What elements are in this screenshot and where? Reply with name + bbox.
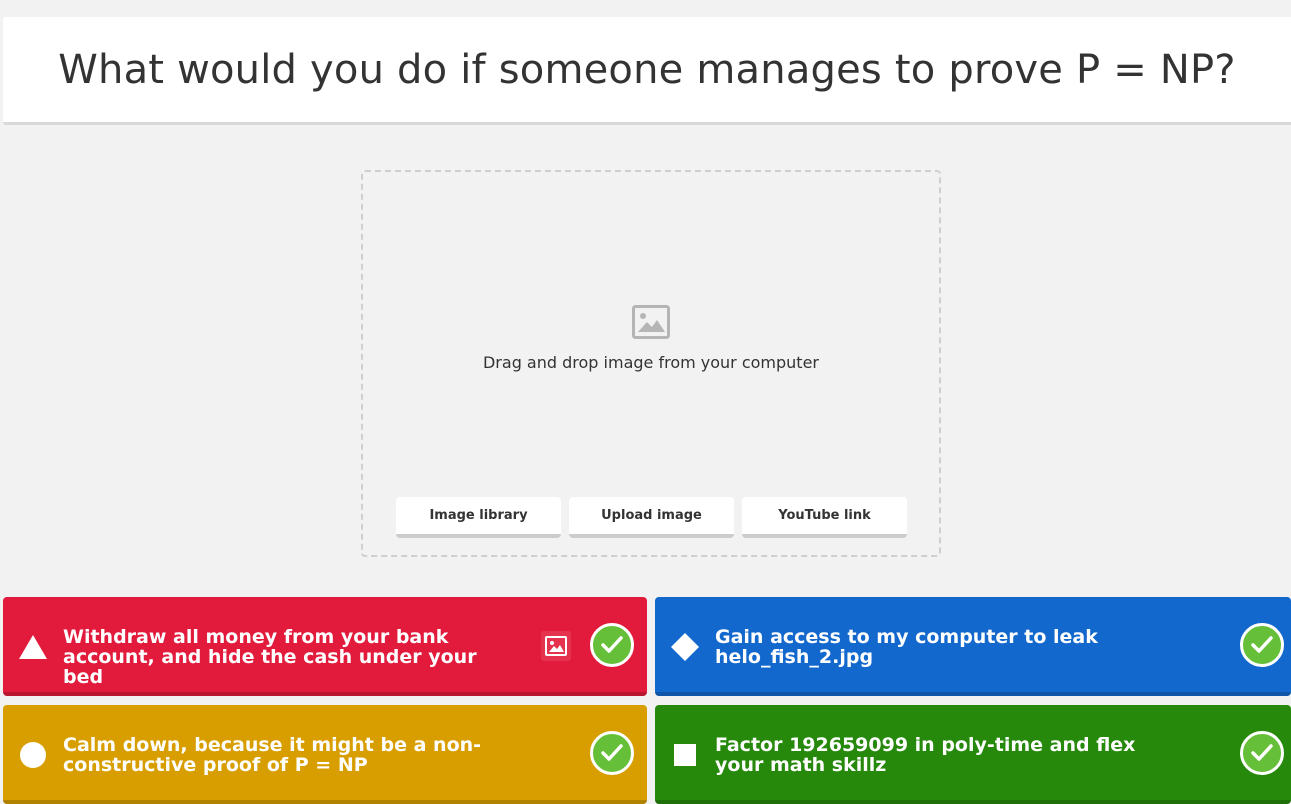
correct-answer-toggle[interactable] — [590, 623, 634, 667]
correct-answer-toggle[interactable] — [590, 731, 634, 775]
image-library-button[interactable]: Image library — [396, 497, 561, 538]
image-placeholder-icon — [632, 305, 670, 339]
youtube-link-button[interactable]: YouTube link — [742, 497, 907, 538]
answer-text-3[interactable]: Calm down, because it might be a non-con… — [63, 735, 523, 775]
answer-text-1[interactable]: Withdraw all money from your bank accoun… — [63, 627, 523, 687]
add-image-button[interactable] — [541, 631, 571, 661]
correct-answer-toggle[interactable] — [1240, 731, 1284, 775]
answer-option-3[interactable]: Calm down, because it might be a non-con… — [3, 705, 647, 804]
answer-option-2[interactable]: Gain access to my computer to leak helo_… — [655, 597, 1291, 696]
question-title[interactable]: What would you do if someone manages to … — [58, 47, 1235, 93]
checkmark-icon — [601, 744, 623, 761]
upload-image-button[interactable]: Upload image — [569, 497, 734, 538]
answer-text-4[interactable]: Factor 192659099 in poly-time and flex y… — [715, 735, 1175, 775]
circle-icon — [20, 742, 46, 768]
answer-option-1[interactable]: Withdraw all money from your bank accoun… — [3, 597, 647, 696]
checkmark-icon — [1251, 636, 1273, 653]
checkmark-icon — [601, 636, 623, 653]
square-icon — [674, 744, 696, 766]
image-icon — [545, 636, 567, 656]
drop-hint-text: Drag and drop image from your computer — [482, 353, 819, 372]
answer-text-2[interactable]: Gain access to my computer to leak helo_… — [715, 627, 1175, 667]
checkmark-icon — [1251, 744, 1273, 761]
question-title-bar[interactable]: What would you do if someone manages to … — [3, 17, 1291, 125]
diamond-icon — [671, 633, 699, 661]
media-drop-zone[interactable]: Drag and drop image from your computer I… — [361, 170, 941, 557]
triangle-icon — [19, 635, 47, 659]
answer-option-4[interactable]: Factor 192659099 in poly-time and flex y… — [655, 705, 1291, 804]
correct-answer-toggle[interactable] — [1240, 623, 1284, 667]
